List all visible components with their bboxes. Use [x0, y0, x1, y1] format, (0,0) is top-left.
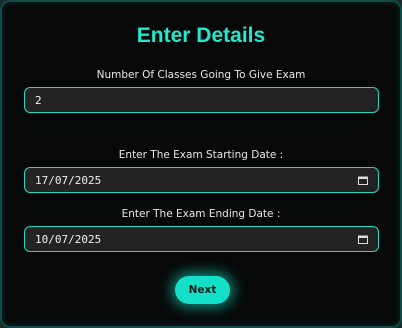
calendar-icon[interactable]	[358, 235, 368, 244]
classes-count-value: 2	[35, 94, 42, 107]
classes-count-label: Number Of Classes Going To Give Exam	[96, 69, 306, 81]
start-date-label: Enter The Exam Starting Date :	[118, 149, 284, 161]
calendar-icon[interactable]	[358, 176, 368, 185]
next-button[interactable]: Next	[175, 276, 230, 304]
start-date-value: 17/07/2025	[35, 174, 102, 187]
end-date-input[interactable]: 10/07/2025	[24, 226, 379, 252]
start-date-input[interactable]: 17/07/2025	[24, 167, 379, 193]
end-date-value: 10/07/2025	[35, 233, 102, 246]
end-date-label: Enter The Exam Ending Date :	[121, 208, 281, 220]
classes-count-input[interactable]: 2	[24, 87, 379, 113]
page-title: Enter Details	[136, 24, 266, 47]
